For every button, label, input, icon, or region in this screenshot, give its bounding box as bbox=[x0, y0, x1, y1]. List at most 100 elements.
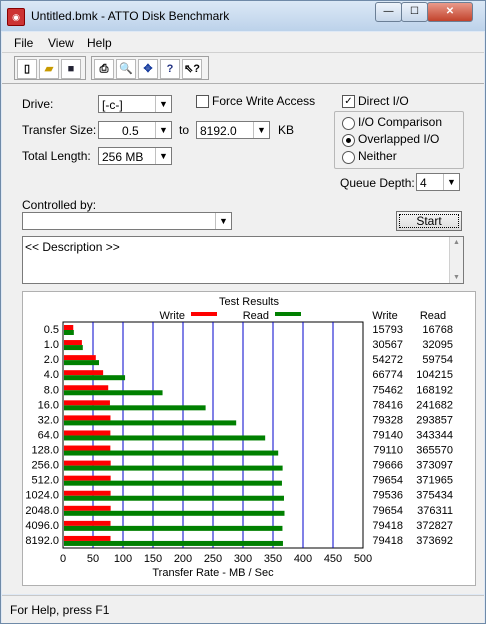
write-value: 79536 bbox=[372, 490, 403, 502]
write-bar bbox=[64, 430, 111, 436]
open-icon[interactable]: ▰ bbox=[39, 59, 59, 79]
write-value: 79418 bbox=[372, 535, 403, 547]
close-button[interactable]: ✕ bbox=[427, 2, 473, 22]
drive-select[interactable]: [-c-] ▼ bbox=[98, 95, 172, 113]
drive-label: Drive: bbox=[22, 97, 54, 111]
status-text: For Help, press F1 bbox=[10, 603, 110, 617]
menu-file[interactable]: File bbox=[14, 36, 33, 50]
minimize-button[interactable]: — bbox=[375, 2, 402, 22]
save-icon[interactable]: ■ bbox=[61, 59, 81, 79]
status-bar: For Help, press F1 bbox=[2, 595, 484, 623]
x-tick-label: 100 bbox=[114, 553, 132, 565]
direct-io-checkbox[interactable]: ✓ bbox=[342, 95, 355, 108]
read-bar bbox=[64, 435, 266, 441]
read-bar bbox=[64, 525, 283, 531]
neither-label: Neither bbox=[358, 149, 397, 163]
x-tick-label: 200 bbox=[174, 553, 192, 565]
description-scrollbar[interactable]: ▲ ▼ bbox=[449, 237, 463, 283]
legend-write-swatch bbox=[191, 312, 217, 316]
chevron-down-icon: ▼ bbox=[443, 174, 459, 190]
y-tick-label: 8.0 bbox=[44, 384, 59, 396]
y-tick-label: 64.0 bbox=[38, 429, 59, 441]
overlapped-io-radio[interactable] bbox=[342, 134, 355, 147]
main-panel: Drive: [-c-] ▼ Force Write Access ✓ Dire… bbox=[2, 84, 484, 594]
y-tick-label: 4.0 bbox=[44, 369, 59, 381]
write-bar bbox=[64, 505, 111, 511]
print-icon[interactable]: ⎙ bbox=[94, 59, 114, 79]
read-value: 375434 bbox=[416, 490, 453, 502]
context-help-icon[interactable]: ⇖? bbox=[182, 59, 202, 79]
new-icon[interactable]: ▯ bbox=[17, 59, 37, 79]
toolbar-group-file: ▯ ▰ ■ bbox=[14, 56, 86, 80]
read-bar bbox=[64, 540, 283, 546]
y-tick-label: 8192.0 bbox=[25, 535, 59, 547]
read-bar bbox=[64, 465, 283, 471]
write-value: 75462 bbox=[372, 384, 403, 396]
controlled-by-select[interactable]: ▼ bbox=[22, 212, 232, 230]
read-value: 241682 bbox=[416, 399, 453, 411]
y-tick-label: 4096.0 bbox=[25, 520, 59, 532]
x-axis-label: Transfer Rate - MB / Sec bbox=[152, 567, 274, 579]
read-value: 104215 bbox=[416, 369, 453, 381]
transfer-from-value: 0.5 bbox=[122, 124, 139, 138]
total-length-value: 256 MB bbox=[102, 150, 144, 164]
write-bar bbox=[64, 385, 109, 391]
menu-help[interactable]: Help bbox=[87, 36, 112, 50]
table-header-write: Write bbox=[372, 310, 397, 322]
read-value: 373692 bbox=[416, 535, 453, 547]
read-bar bbox=[64, 330, 74, 335]
write-bar bbox=[64, 535, 111, 541]
write-value: 79654 bbox=[372, 505, 403, 517]
maximize-button[interactable]: ☐ bbox=[401, 2, 428, 22]
read-bar bbox=[64, 375, 126, 381]
x-tick-label: 50 bbox=[87, 553, 99, 565]
menu-bar: File View Help bbox=[2, 32, 484, 53]
y-tick-label: 16.0 bbox=[38, 399, 59, 411]
io-comparison-radio[interactable] bbox=[342, 117, 355, 130]
x-tick-label: 400 bbox=[294, 553, 312, 565]
read-value: 376311 bbox=[417, 505, 453, 517]
write-bar bbox=[64, 400, 110, 406]
menu-view[interactable]: View bbox=[48, 36, 74, 50]
x-tick-label: 300 bbox=[234, 553, 252, 565]
transfer-size-label: Transfer Size: bbox=[22, 123, 97, 137]
scroll-up-icon[interactable]: ▲ bbox=[453, 239, 460, 246]
read-value: 343344 bbox=[416, 429, 453, 441]
move-icon[interactable]: ✥ bbox=[138, 59, 158, 79]
start-label: Start bbox=[416, 214, 442, 228]
queue-depth-value: 4 bbox=[420, 176, 427, 190]
test-results-panel: Test Results Write Read Write Read 0 50 100 150 2… bbox=[22, 291, 476, 586]
force-write-checkbox[interactable] bbox=[196, 95, 209, 108]
total-length-label: Total Length: bbox=[22, 149, 91, 163]
write-bar bbox=[64, 415, 111, 421]
neither-radio[interactable] bbox=[342, 151, 355, 164]
direct-io-label: Direct I/O bbox=[358, 94, 409, 108]
read-bar bbox=[64, 495, 284, 501]
drive-value: [-c-] bbox=[102, 98, 123, 112]
write-value: 79666 bbox=[372, 460, 403, 472]
read-bar bbox=[64, 405, 206, 411]
write-value: 66774 bbox=[372, 369, 403, 381]
app-window: ◉ Untitled.bmk - ATTO Disk Benchmark — ☐… bbox=[0, 0, 486, 624]
queue-depth-select[interactable]: 4 ▼ bbox=[416, 173, 460, 191]
description-box[interactable]: << Description >> ▲ ▼ bbox=[22, 236, 464, 284]
chevron-down-icon: ▼ bbox=[155, 148, 171, 164]
queue-depth-label: Queue Depth: bbox=[340, 176, 415, 190]
transfer-size-to-select[interactable]: 8192.0 ▼ bbox=[196, 121, 270, 139]
scroll-down-icon[interactable]: ▼ bbox=[453, 274, 460, 281]
toolbar-group-tools: ⎙ 🔍 ✥ ? ⇖? bbox=[91, 56, 209, 80]
start-button[interactable]: Start bbox=[396, 211, 462, 231]
write-bar bbox=[64, 520, 111, 526]
y-tick-label: 256.0 bbox=[31, 460, 59, 472]
title-bar[interactable]: ◉ Untitled.bmk - ATTO Disk Benchmark — ☐… bbox=[1, 1, 485, 31]
kb-label: KB bbox=[278, 123, 295, 137]
chart-title: Test Results bbox=[219, 296, 279, 308]
y-tick-label: 0.5 bbox=[44, 324, 59, 336]
toolbar: ▯ ▰ ■ ⎙ 🔍 ✥ ? ⇖? bbox=[2, 53, 484, 84]
total-length-select[interactable]: 256 MB ▼ bbox=[98, 147, 172, 165]
legend-read-swatch bbox=[275, 312, 301, 316]
help-icon[interactable]: ? bbox=[160, 59, 180, 79]
chevron-down-icon: ▼ bbox=[215, 213, 231, 229]
transfer-size-from-select[interactable]: 0.5 ▼ bbox=[98, 121, 172, 139]
print-preview-icon[interactable]: 🔍 bbox=[116, 59, 136, 79]
